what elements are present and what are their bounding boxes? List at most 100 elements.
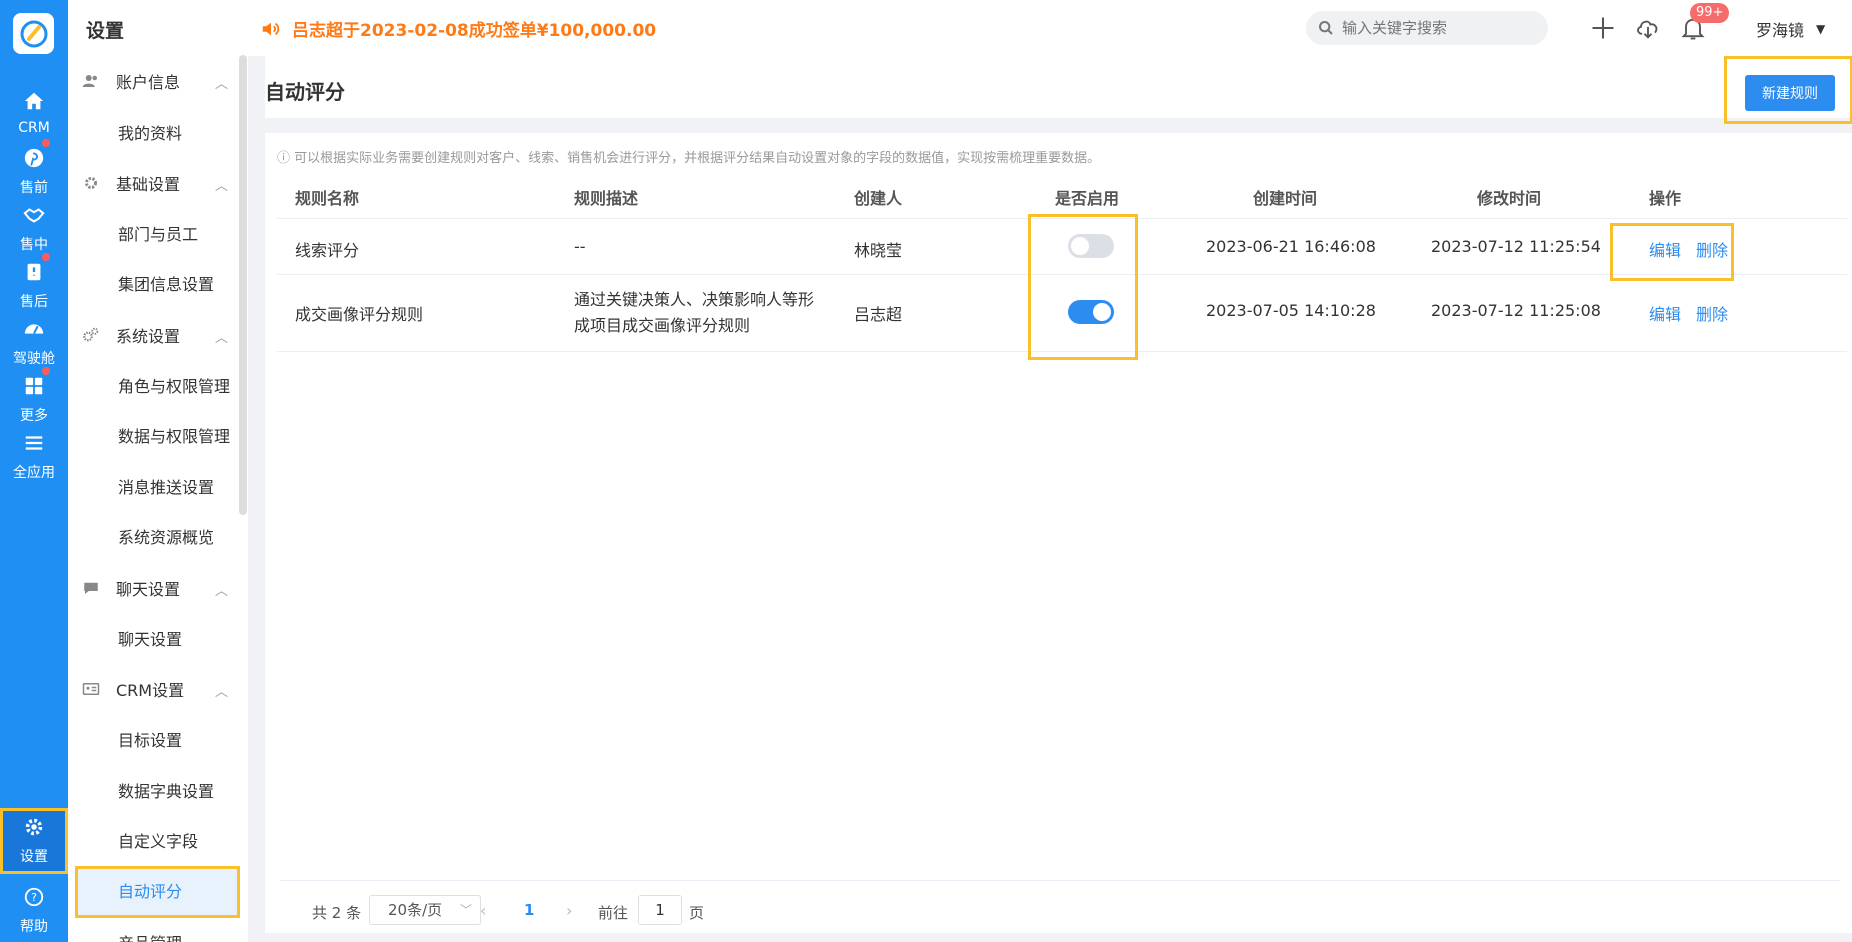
- next-page-icon[interactable]: ›: [566, 901, 572, 920]
- notification-dot: [42, 367, 50, 375]
- rail-label: 帮助: [20, 919, 48, 935]
- menu-item-auto-scoring[interactable]: 自动评分: [75, 866, 240, 918]
- rail-label: CRM: [18, 120, 50, 136]
- caret-down-icon: ▼: [1816, 22, 1826, 36]
- col-creator: 创建人: [854, 189, 903, 208]
- plus-icon[interactable]: [1589, 14, 1617, 42]
- notice-text: 吕志超于2023-02-08成功签单¥100,000.00: [292, 21, 657, 41]
- group-chat[interactable]: 聊天设置 ︿: [82, 570, 232, 606]
- users-icon: [82, 72, 100, 90]
- notification-dot: [42, 253, 50, 261]
- group-label: CRM设置: [116, 681, 185, 700]
- group-crm[interactable]: CRM设置 ︿: [82, 671, 232, 707]
- rail-item-settings[interactable]: 设置: [0, 808, 68, 874]
- handshake-icon: [0, 204, 68, 232]
- table-header: 规则名称 规则描述 创建人 是否启用 创建时间 修改时间 操作: [277, 171, 1847, 219]
- group-account[interactable]: 账户信息 ︿: [82, 63, 232, 99]
- rule-creator: 吕志超: [854, 305, 903, 324]
- menu-item-departments[interactable]: 部门与员工: [68, 213, 244, 257]
- rail-item-all-apps[interactable]: 全应用: [0, 424, 68, 488]
- notification-badge: 99+: [1690, 3, 1730, 23]
- app-rail: CRM 售前 售中 售后 驾驶舱 更多 全应用 设置 ? 帮助: [0, 0, 68, 942]
- pinterest-icon: [0, 147, 68, 175]
- page-size-select[interactable]: 20条/页 ﹀: [369, 895, 481, 925]
- chevron-up-icon: ︿: [214, 77, 228, 92]
- goto-label: 前往: [598, 904, 629, 922]
- rail-item-presale[interactable]: 售前: [0, 139, 68, 203]
- prev-page-icon[interactable]: ‹: [480, 901, 486, 920]
- rule-creator: 林晓莹: [854, 241, 903, 260]
- menu-item-resources[interactable]: 系统资源概览: [68, 516, 244, 560]
- chevron-up-icon: ︿: [214, 584, 228, 599]
- rail-label: 全应用: [13, 465, 55, 481]
- rule-desc: 通过关键决策人、决策影响人等形成项目成交画像评分规则: [574, 290, 815, 335]
- goto-input[interactable]: [638, 895, 682, 925]
- menu-item-group-info[interactable]: 集团信息设置: [68, 263, 244, 307]
- rule-created: 2023-06-21 16:46:08: [1206, 237, 1376, 256]
- group-label: 账户信息: [116, 73, 181, 92]
- rail-item-cockpit[interactable]: 驾驶舱: [0, 310, 68, 374]
- svg-text:?: ?: [31, 891, 37, 904]
- delete-link[interactable]: 删除: [1696, 301, 1728, 325]
- total-count: 共 2 条: [312, 904, 362, 922]
- menu-item-chat-settings[interactable]: 聊天设置: [68, 618, 244, 662]
- search-box[interactable]: [1306, 11, 1548, 45]
- rail-item-aftersale[interactable]: 售后: [0, 253, 68, 317]
- menu-item-custom-fields[interactable]: 自定义字段: [68, 820, 244, 864]
- cloud-download-icon[interactable]: [1634, 14, 1662, 42]
- rail-label: 售中: [20, 237, 48, 253]
- group-basic[interactable]: 基础设置 ︿: [82, 165, 232, 201]
- highlight-box: [1724, 56, 1852, 124]
- dashboard-icon: [0, 318, 68, 346]
- home-icon: [0, 90, 68, 118]
- col-desc: 规则描述: [574, 189, 639, 208]
- current-page[interactable]: 1: [524, 901, 534, 919]
- page-title: 自动评分: [265, 80, 345, 104]
- menu-item-products[interactable]: 产品管理: [68, 922, 244, 942]
- submenu-title: 设置: [86, 20, 125, 42]
- edit-link[interactable]: 编辑: [1649, 301, 1681, 325]
- menu-item-data-permissions[interactable]: 数据与权限管理: [68, 415, 244, 459]
- rail-label: 售后: [20, 294, 48, 310]
- rail-item-insale[interactable]: 售中: [0, 196, 68, 260]
- group-label: 系统设置: [116, 327, 181, 346]
- group-label: 基础设置: [116, 175, 181, 194]
- search-input[interactable]: [1342, 19, 1532, 37]
- menu-item-profile[interactable]: 我的资料: [68, 112, 244, 156]
- col-enabled: 是否启用: [1055, 189, 1120, 208]
- notice-ticker[interactable]: 吕志超于2023-02-08成功签单¥100,000.00: [260, 16, 656, 41]
- notification-dot: [42, 139, 50, 147]
- help-icon: ?: [0, 886, 68, 914]
- grid-icon: [0, 375, 68, 403]
- col-modified: 修改时间: [1477, 189, 1542, 208]
- info-tip: ⓘ 可以根据实际业务需要创建规则对客户、线索、销售机会进行评分，并根据评分结果自…: [277, 151, 1101, 166]
- col-name: 规则名称: [295, 189, 360, 208]
- gears-icon: [82, 326, 100, 344]
- pagination: 共 2 条 20条/页 ﹀ ‹ 1 › 前往 页: [280, 880, 1840, 928]
- rail-item-crm[interactable]: CRM: [0, 82, 68, 146]
- col-created: 创建时间: [1253, 189, 1318, 208]
- page-label: 页: [689, 904, 705, 922]
- app-logo[interactable]: [13, 13, 54, 54]
- logo-icon: [20, 20, 47, 47]
- chevron-up-icon: ︿: [214, 179, 228, 194]
- chevron-up-icon: ︿: [214, 685, 228, 700]
- group-system[interactable]: 系统设置 ︿: [82, 317, 232, 353]
- id-card-icon: [82, 680, 100, 698]
- menu-item-roles[interactable]: 角色与权限管理: [68, 365, 244, 409]
- rail-label: 驾驶舱: [13, 351, 55, 367]
- menu-item-push[interactable]: 消息推送设置: [68, 466, 244, 510]
- rail-item-help[interactable]: ? 帮助: [0, 878, 68, 942]
- user-name: 罗海镜: [1756, 21, 1805, 40]
- settings-submenu: 设置 账户信息 ︿ 我的资料 基础设置 ︿ 部门与员工 集团信息设置 系统设置 …: [68, 0, 248, 942]
- rail-label: 更多: [20, 408, 48, 424]
- menu-item-targets[interactable]: 目标设置: [68, 719, 244, 763]
- rail-item-more[interactable]: 更多: [0, 367, 68, 431]
- search-icon: [1319, 21, 1333, 35]
- rule-modified: 2023-07-12 11:25:08: [1431, 301, 1601, 320]
- highlight-box: [1028, 214, 1138, 360]
- gear-icon: [0, 816, 68, 844]
- user-menu[interactable]: 罗海镜 ▼: [1756, 17, 1825, 41]
- menu-item-dictionary[interactable]: 数据字典设置: [68, 770, 244, 814]
- rule-name: 成交画像评分规则: [295, 305, 424, 324]
